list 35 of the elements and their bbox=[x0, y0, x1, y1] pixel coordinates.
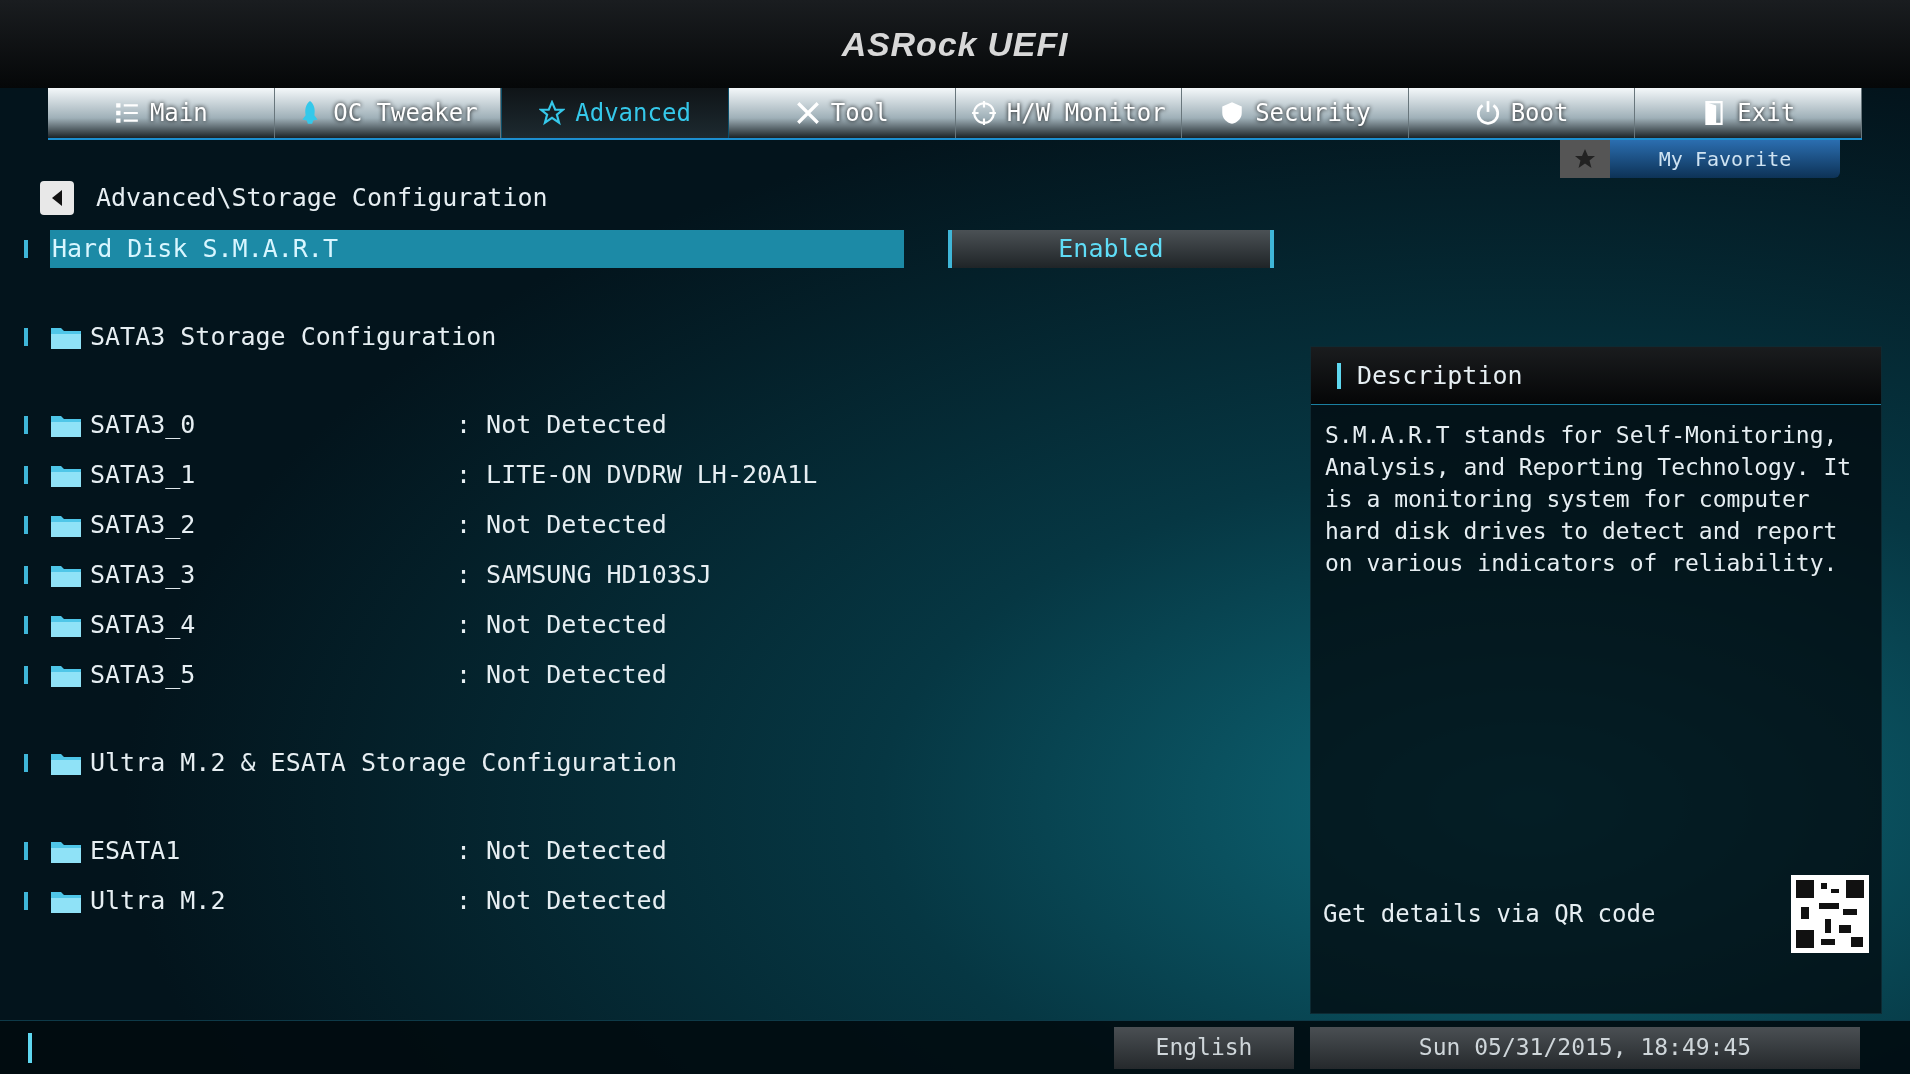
device-status: : SAMSUNG HD103SJ bbox=[456, 559, 712, 592]
back-arrow-icon bbox=[50, 189, 64, 207]
device-status: : Not Detected bbox=[456, 659, 667, 692]
submenu-item[interactable]: SATA3 Storage Configuration bbox=[50, 317, 503, 357]
submenu-item[interactable]: SATA3_5 bbox=[50, 655, 430, 695]
language-selector[interactable]: English bbox=[1114, 1026, 1294, 1069]
description-text: S.M.A.R.T stands for Self-Monitoring, Analysis, and Reporting Technology. It is a monitoring system for computer hard disk drives to detect and report on various indicators of reliability. bbox=[1324, 421, 1853, 578]
submenu-item[interactable]: SATA3_4 bbox=[50, 605, 430, 645]
date-time: Sun 05/31/2015, 18:49:45 bbox=[1310, 1026, 1860, 1069]
app-logo-text: ASRock UEFI bbox=[841, 23, 1069, 65]
back-button[interactable] bbox=[40, 181, 74, 215]
submenu-item[interactable]: SATA3_3 bbox=[50, 555, 430, 595]
device-status: : Not Detected bbox=[456, 835, 667, 868]
qr-code-caption: Get details via QR code bbox=[1323, 899, 1656, 930]
setting-value-button[interactable]: Enabled bbox=[948, 230, 1274, 268]
menu-tab[interactable]: Advanced bbox=[501, 88, 729, 138]
submenu-item[interactable]: SATA3_0 bbox=[50, 405, 430, 445]
crosshair-icon bbox=[970, 100, 997, 126]
description-title: Description bbox=[1357, 359, 1523, 392]
list-icon bbox=[113, 100, 140, 126]
submenu-item[interactable]: ESATA1 bbox=[50, 831, 430, 871]
device-status: : LITE-ON DVDRW LH-20A1L bbox=[456, 459, 818, 492]
my-favorite-button[interactable]: My Favorite bbox=[1560, 140, 1840, 178]
star-icon bbox=[539, 100, 566, 126]
submenu-item[interactable]: Ultra M.2 bbox=[50, 881, 430, 921]
device-status: : Not Detected bbox=[456, 409, 667, 442]
submenu-item[interactable]: SATA3_1 bbox=[50, 455, 430, 495]
setting-item[interactable]: Hard Disk S.M.A.R.T bbox=[50, 230, 904, 268]
submenu-item[interactable]: Ultra M.2 & ESATA Storage Configuration bbox=[50, 743, 683, 783]
power-icon bbox=[1474, 100, 1501, 126]
device-status: : Not Detected bbox=[456, 609, 667, 642]
breadcrumb-path: Advanced\Storage Configuration bbox=[96, 182, 548, 215]
submenu-item[interactable]: SATA3_2 bbox=[50, 505, 430, 545]
device-status: : Not Detected bbox=[456, 885, 667, 918]
device-status: : Not Detected bbox=[456, 509, 667, 542]
